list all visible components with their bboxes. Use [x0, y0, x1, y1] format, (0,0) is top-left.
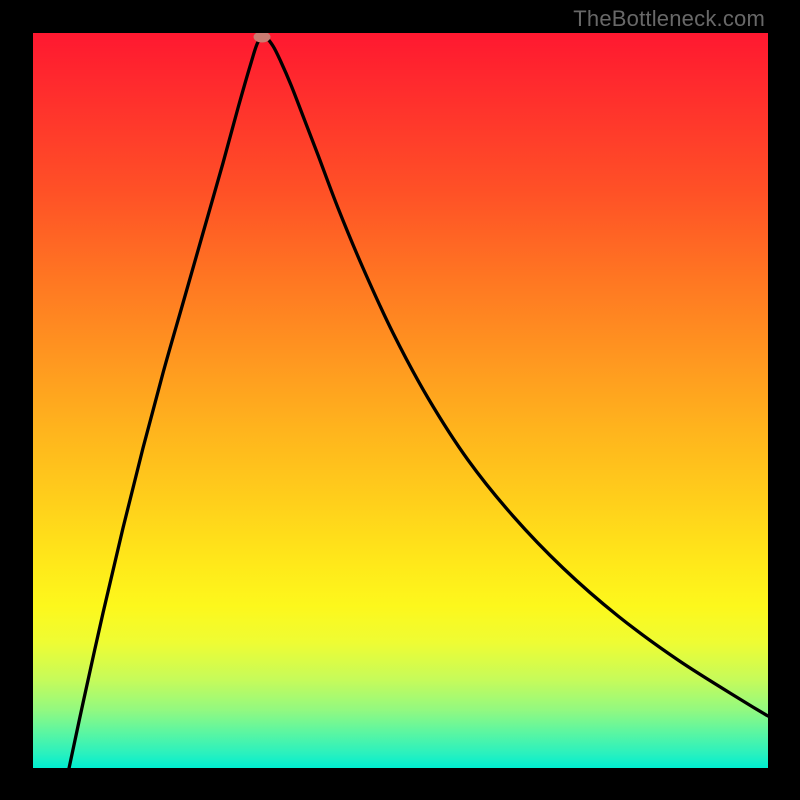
watermark-text: TheBottleneck.com	[573, 6, 765, 32]
curve-path	[68, 37, 768, 768]
curve-plot	[33, 33, 768, 768]
chart-frame	[33, 33, 768, 768]
